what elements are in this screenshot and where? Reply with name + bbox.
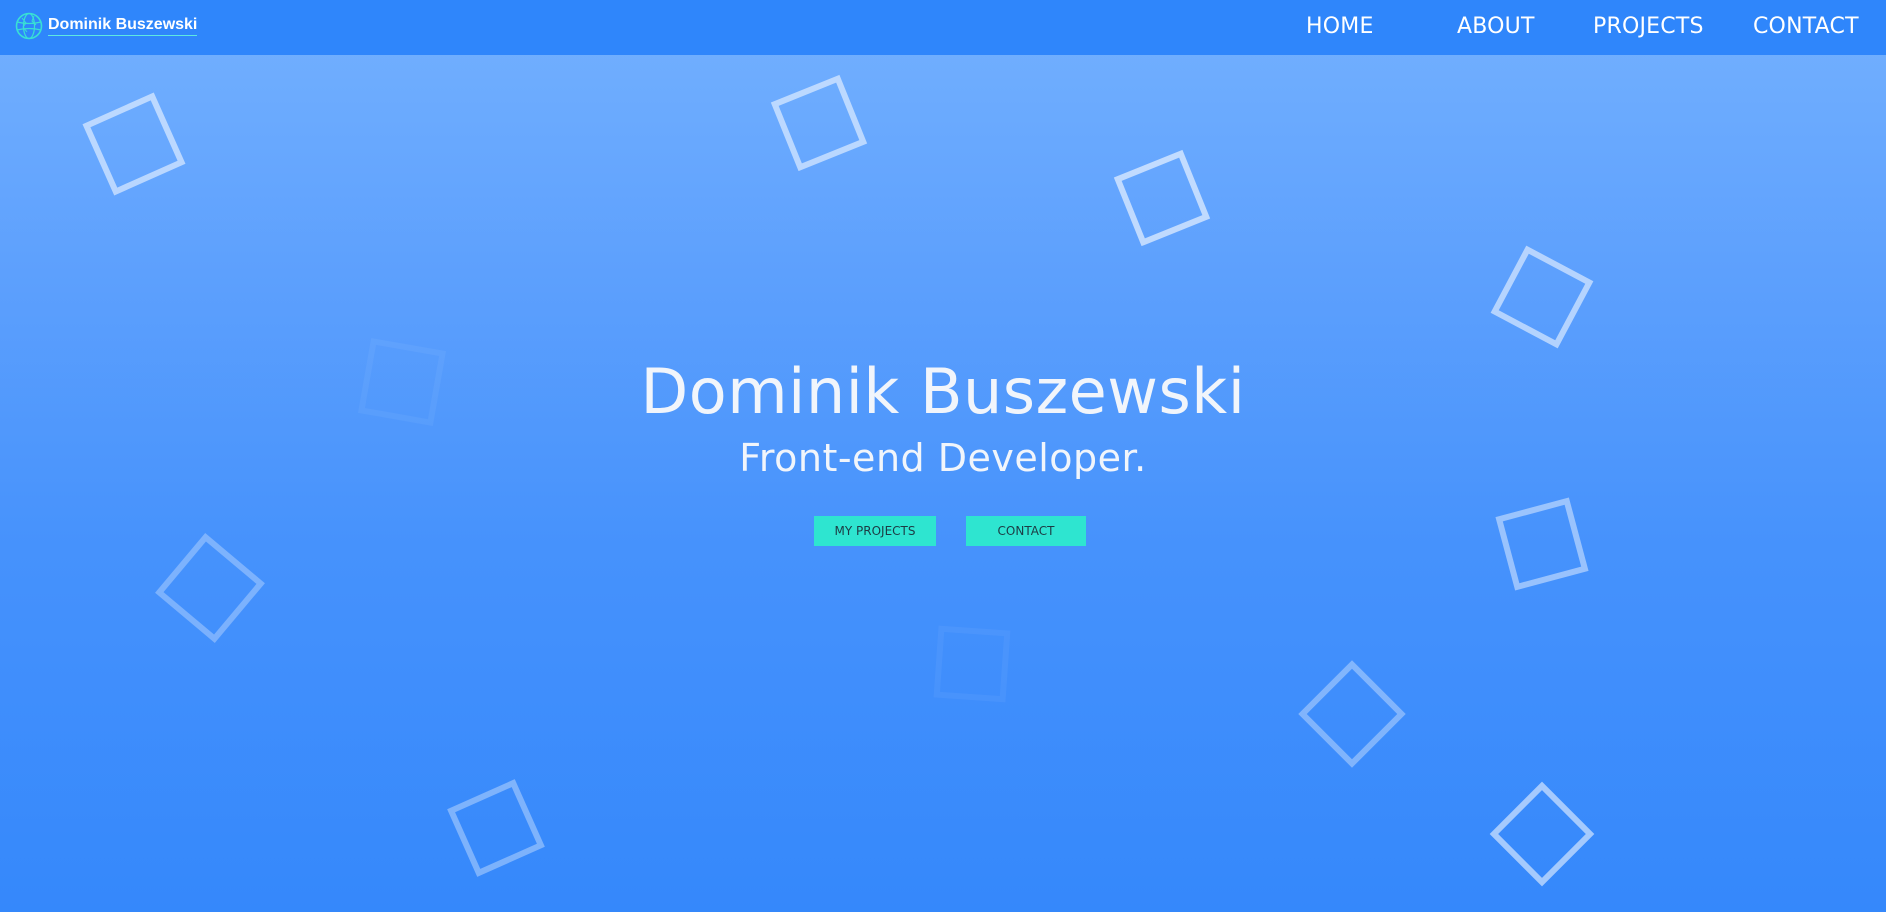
square-outline-icon <box>447 779 545 877</box>
nav-link-contact[interactable]: CONTACT <box>1753 12 1859 42</box>
square-outline-icon <box>1298 660 1406 768</box>
globe-icon <box>15 12 43 40</box>
square-outline-icon <box>1489 781 1595 887</box>
nav-link-about[interactable]: ABOUT <box>1457 12 1535 42</box>
nav-link-home[interactable]: HOME <box>1306 12 1374 42</box>
square-outline-icon <box>933 625 1011 703</box>
square-outline-icon <box>770 74 868 172</box>
square-outline-icon <box>1490 245 1594 349</box>
square-outline-icon <box>82 92 186 196</box>
square-outline-icon <box>1495 497 1589 591</box>
brand-name: Dominik Buszewski <box>48 16 198 36</box>
background-shapes <box>82 74 1595 887</box>
square-outline-icon <box>155 533 265 643</box>
contact-button[interactable]: CONTACT <box>966 516 1086 546</box>
navbar: Dominik Buszewski HOME ABOUT PROJECTS CO… <box>0 0 1886 55</box>
brand-link[interactable]: Dominik Buszewski <box>14 11 198 41</box>
nav-link-projects[interactable]: PROJECTS <box>1593 12 1704 42</box>
my-projects-button[interactable]: MY PROJECTS <box>814 516 936 546</box>
square-outline-icon <box>357 337 447 427</box>
square-outline-icon <box>1113 149 1211 247</box>
